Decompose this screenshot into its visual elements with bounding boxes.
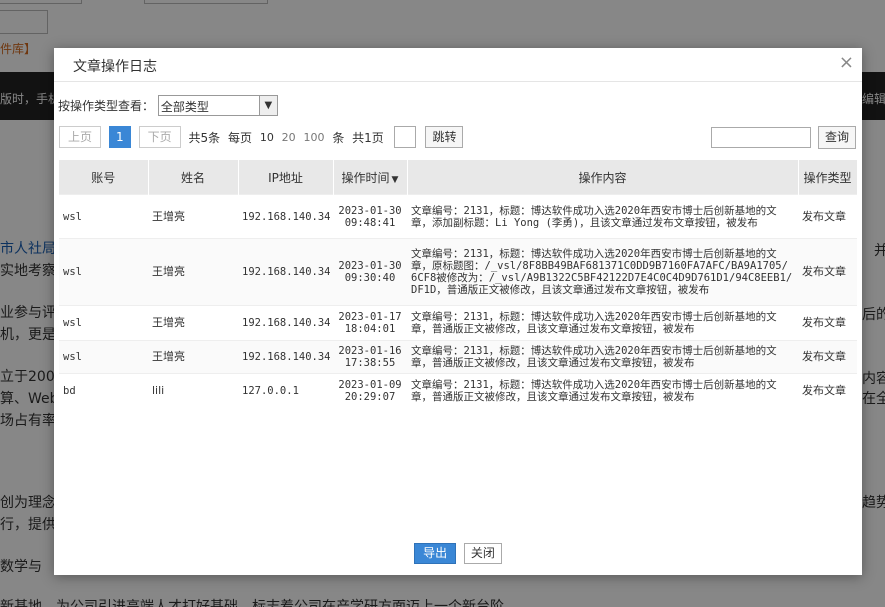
cell-clock: 18:04:01: [344, 323, 396, 335]
log-table: 账号 姓名 IP地址 操作时间 ▼ 操作内容 操作类型 wsl 王增亮 192.1…: [59, 160, 858, 408]
cell-clock: 09:30:40: [344, 272, 396, 284]
cell-type: 发布文章: [798, 305, 857, 341]
cell-clock: 09:48:41: [344, 216, 396, 229]
cell-content: 文章编号：2131，标题：博达软件成功入选2020年西安市博士后创新基地的文章，…: [407, 238, 798, 306]
close-button[interactable]: 关闭: [463, 543, 502, 564]
cell-ip: 127.0.0.1: [238, 373, 333, 408]
cell-name: 王增亮: [148, 305, 238, 341]
cell-account: bd: [59, 373, 148, 408]
type-select-value: 全部类型: [160, 100, 209, 114]
col-header-time-label: 操作时间: [341, 170, 390, 185]
prev-page-button[interactable]: 上页: [59, 126, 102, 148]
dialog-title: 文章操作日志: [73, 59, 157, 75]
sort-desc-icon[interactable]: ▼: [392, 175, 399, 185]
export-button[interactable]: 导出: [414, 543, 457, 564]
close-icon[interactable]: ×: [839, 53, 854, 73]
cell-name: 王增亮: [148, 238, 238, 306]
cell-time: 2023-01-30 09:48:41: [333, 194, 407, 239]
col-header-account: 账号: [59, 160, 149, 195]
page-size-option[interactable]: 100: [303, 131, 324, 144]
col-header-time[interactable]: 操作时间 ▼: [333, 160, 408, 195]
search-input[interactable]: [711, 127, 811, 148]
per-page-label: 每页: [227, 130, 252, 145]
cell-date: 2023-01-17: [338, 311, 402, 323]
col-header-content: 操作内容: [407, 160, 799, 195]
table-row: wsl 王增亮 192.168.140.34 2023-01-30 09:48:4…: [59, 194, 857, 239]
cell-type: 发布文章: [798, 373, 857, 408]
table-header-row: 账号 姓名 IP地址 操作时间 ▼ 操作内容 操作类型: [59, 160, 858, 195]
cell-ip: 192.168.140.34: [238, 340, 333, 374]
cell-time: 2023-01-17 18:04:01: [333, 305, 407, 341]
cell-date: 2023-01-30: [338, 204, 402, 217]
type-filter: 按操作类型查看： 全部类型 ▼: [58, 95, 278, 116]
table-row: wsl 王增亮 192.168.140.34 2023-01-16 17:38:5…: [59, 340, 857, 374]
cell-content: 文章编号：2131，标题：博达软件成功入选2020年西安市博士后创新基地的文章，…: [407, 373, 798, 408]
cell-ip: 192.168.140.34: [238, 238, 333, 306]
current-page[interactable]: 1: [108, 126, 131, 148]
dialog-footer: 导出 关闭: [54, 543, 862, 564]
cell-account: wsl: [59, 340, 148, 374]
type-select[interactable]: 全部类型 ▼: [157, 95, 278, 116]
operation-log-dialog: 文章操作日志 × 按操作类型查看： 全部类型 ▼ 上页 1 下页 共5条 每页 …: [54, 48, 862, 575]
cell-clock: 20:29:07: [344, 390, 396, 403]
cell-name: lili: [148, 373, 238, 408]
cell-name: 王增亮: [148, 194, 238, 239]
cell-account: wsl: [59, 305, 148, 341]
jump-button[interactable]: 跳转: [425, 126, 464, 148]
cell-content: 文章编号：2131，标题：博达软件成功入选2020年西安市博士后创新基地的文章，…: [407, 340, 798, 374]
chevron-down-icon[interactable]: ▼: [258, 96, 277, 115]
search-button[interactable]: 查询: [818, 126, 856, 149]
cell-type: 发布文章: [798, 238, 857, 306]
cell-account: wsl: [59, 194, 148, 239]
cell-time: 2023-01-16 17:38:55: [333, 340, 407, 374]
cell-ip: 192.168.140.34: [238, 305, 333, 341]
filter-label: 按操作类型查看：: [58, 99, 155, 113]
table-row: bd lili 127.0.0.1 2023-01-09 20:29:07 文章编…: [59, 373, 857, 408]
col-header-name: 姓名: [148, 160, 239, 195]
next-page-button[interactable]: 下页: [138, 126, 181, 148]
cell-date: 2023-01-16: [338, 345, 402, 357]
table-row: wsl 王增亮 192.168.140.34 2023-01-30 09:30:4…: [59, 238, 857, 306]
cell-content: 文章编号：2131，标题：博达软件成功入选2020年西安市博士后创新基地的文章，…: [407, 305, 798, 341]
col-header-type: 操作类型: [798, 160, 858, 195]
col-header-ip: IP地址: [238, 160, 334, 195]
cell-date: 2023-01-09: [338, 378, 402, 391]
cell-ip: 192.168.140.34: [238, 194, 333, 239]
total-count: 共5条: [188, 130, 221, 145]
page-size-option[interactable]: 10: [260, 131, 274, 144]
page-jump-input[interactable]: [393, 126, 416, 148]
cell-type: 发布文章: [798, 194, 857, 239]
total-pages: 共1页: [352, 130, 384, 145]
pagination: 上页 1 下页 共5条 每页 10 20 100 条 共1页 跳转: [59, 126, 464, 148]
table-row: wsl 王增亮 192.168.140.34 2023-01-17 18:04:0…: [59, 305, 857, 341]
cell-name: 王增亮: [148, 340, 238, 374]
cell-clock: 17:38:55: [344, 357, 396, 369]
cell-content: 文章编号：2131，标题：博达软件成功入选2020年西安市博士后创新基地的文章，…: [407, 194, 798, 239]
page-size-option[interactable]: 20: [282, 131, 296, 144]
cell-type: 发布文章: [798, 340, 857, 374]
cell-time: 2023-01-30 09:30:40: [333, 238, 407, 306]
cell-account: wsl: [59, 238, 148, 306]
dialog-header: 文章操作日志 ×: [54, 48, 862, 82]
per-page-unit: 条: [332, 130, 345, 145]
cell-date: 2023-01-30: [338, 260, 402, 272]
cell-time: 2023-01-09 20:29:07: [333, 373, 407, 408]
